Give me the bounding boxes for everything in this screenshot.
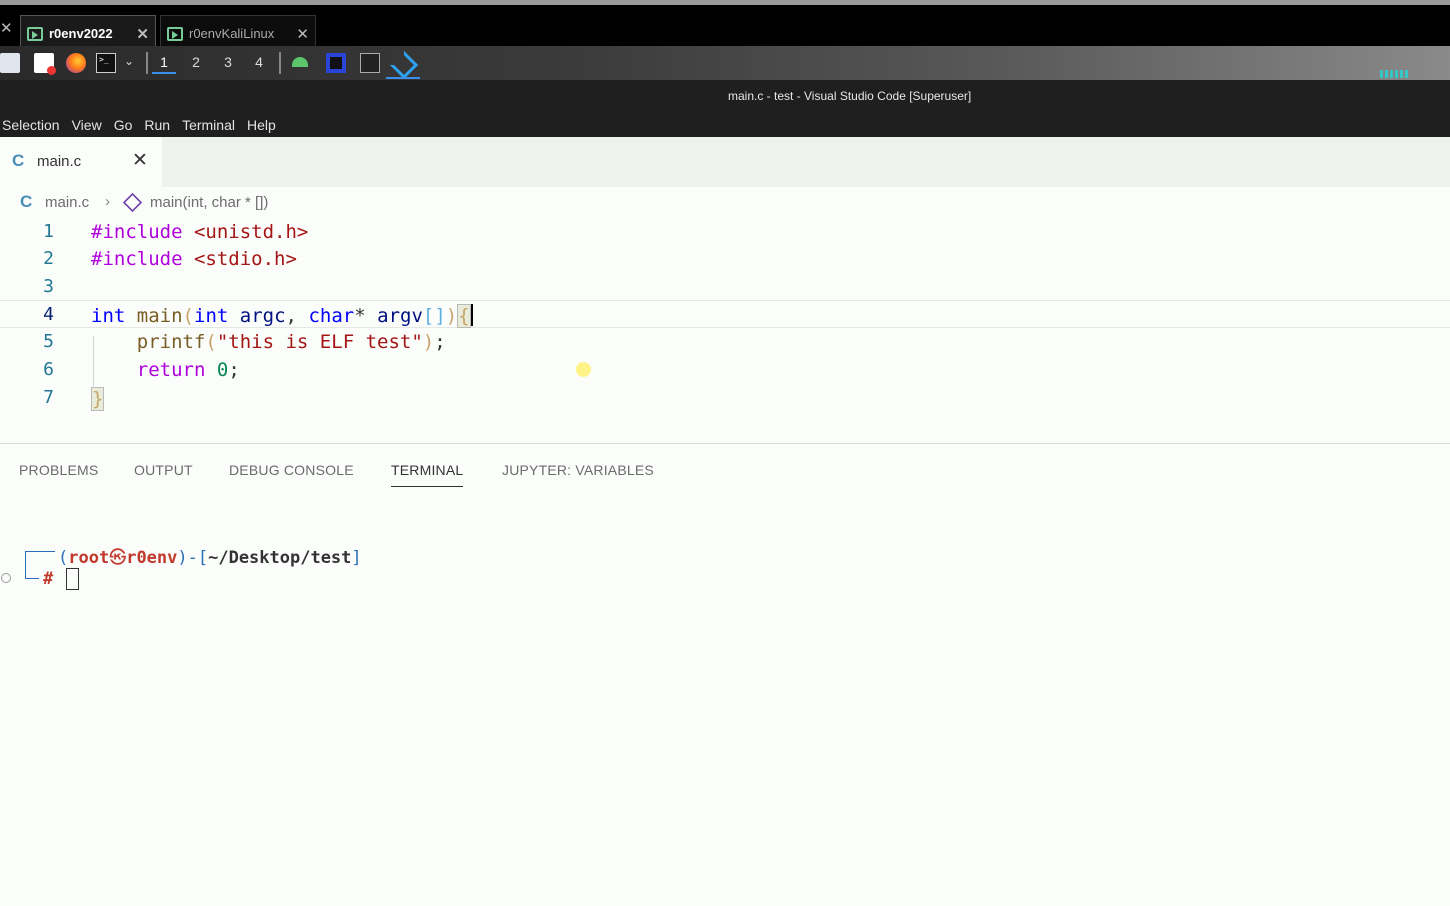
vm-icon	[167, 26, 183, 41]
menu-view[interactable]: View	[70, 117, 108, 133]
workspace-3[interactable]: 3	[216, 52, 240, 74]
code-line-current[interactable]: 4 int main(int argc, char* argv[]){	[0, 300, 1450, 328]
line-number: 1	[43, 221, 54, 242]
menu-run[interactable]: Run	[142, 117, 176, 133]
terminal-icon[interactable]	[360, 53, 380, 73]
panel-divider[interactable]	[0, 443, 1450, 444]
text-editor-icon[interactable]	[34, 53, 56, 75]
editor-tab-main-c[interactable]: C main.c ✕	[0, 137, 162, 187]
screen: ✕ r0env2022 ✕ r0envKaliLinux ✕ ⌄ 1 2 3 4	[0, 0, 1450, 906]
terminal[interactable]: (root㉿r0env)-[~/Desktop/test] #	[0, 540, 1450, 600]
workspace-1[interactable]: 1	[152, 52, 176, 74]
tab-output[interactable]: OUTPUT	[134, 462, 193, 478]
vscode-icon[interactable]	[392, 53, 412, 73]
vm-tab-label: r0envKaliLinux	[189, 26, 275, 41]
chevron-down-icon[interactable]: ⌄	[124, 54, 134, 68]
close-icon[interactable]: ✕	[296, 25, 309, 43]
line-number: 5	[43, 331, 54, 352]
kali-skull-icon: ㉿	[109, 548, 127, 568]
menu-help[interactable]: Help	[245, 117, 282, 133]
terminal-cursor	[66, 568, 79, 590]
tab-problems[interactable]: PROBLEMS	[19, 462, 98, 478]
tab-jupyter-variables[interactable]: JUPYTER: VARIABLES	[502, 462, 654, 478]
close-icon[interactable]: ✕	[132, 149, 148, 171]
line-number: 3	[43, 276, 54, 297]
code-line[interactable]: 7 }	[0, 384, 1450, 412]
breadcrumb-file[interactable]: main.c	[45, 194, 89, 211]
cpu-meter-icon	[1380, 70, 1408, 78]
prompt-host: r0env	[126, 548, 178, 568]
code-line[interactable]: 6 return 0;	[0, 356, 1450, 384]
command-decoration-icon	[1, 573, 11, 583]
code-text: #include <unistd.h>	[91, 221, 309, 243]
code-line[interactable]: 5 printf("this is ELF test");	[0, 328, 1450, 356]
menu-terminal[interactable]: Terminal	[180, 117, 241, 133]
line-number: 4	[43, 304, 54, 325]
code-text: int main(int argc, char* argv[]){	[91, 304, 473, 328]
desktop-panel: ⌄ 1 2 3 4	[0, 46, 1450, 80]
panel-separator	[279, 52, 281, 74]
code-text: #include <stdio.h>	[91, 248, 297, 270]
editor-tab-bar: C main.c ✕	[0, 137, 1450, 187]
prompt-line: (root㉿r0env)-[~/Desktop/test]	[58, 548, 362, 568]
android-studio-icon[interactable]	[290, 53, 310, 73]
tab-debug-console[interactable]: DEBUG CONSOLE	[229, 462, 354, 478]
panel-separator	[146, 52, 148, 74]
c-file-icon: C	[12, 151, 25, 170]
code-editor[interactable]: 1 #include <unistd.h> 2 #include <stdio.…	[0, 218, 1450, 413]
code-line[interactable]: 1 #include <unistd.h>	[0, 218, 1450, 246]
code-line[interactable]: 3	[0, 273, 1450, 301]
terminal-icon[interactable]	[96, 53, 116, 73]
mouse-pointer-highlight	[576, 362, 591, 377]
vm-tab-label: r0env2022	[49, 26, 113, 41]
title-bar: main.c - test - Visual Studio Code [Supe…	[0, 80, 1450, 112]
workspace-4[interactable]: 4	[247, 52, 271, 74]
tab-label: main.c	[37, 153, 82, 170]
line-number: 2	[43, 248, 54, 269]
close-icon[interactable]: ✕	[0, 19, 13, 37]
prompt-user: root	[68, 548, 110, 568]
prompt-frame	[25, 578, 39, 579]
vm-tab-strip: ✕ r0env2022 ✕ r0envKaliLinux ✕	[0, 0, 1450, 51]
method-icon	[122, 192, 143, 213]
prompt-frame	[25, 551, 26, 578]
c-file-icon: C	[20, 192, 33, 211]
workspace-2[interactable]: 2	[184, 52, 208, 74]
jetbrains-icon[interactable]	[326, 53, 346, 73]
firefox-icon[interactable]	[66, 53, 86, 73]
breadcrumb-symbol[interactable]: main(int, char * [])	[150, 194, 268, 211]
code-text: }	[91, 387, 105, 411]
prompt-frame	[25, 551, 55, 552]
indent-guide	[93, 336, 94, 388]
close-icon[interactable]: ✕	[136, 25, 149, 43]
menu-selection[interactable]: Selection	[0, 117, 66, 133]
file-manager-icon[interactable]	[0, 53, 20, 73]
breadcrumb: C main.c › main(int, char * [])	[0, 190, 1450, 216]
code-text: printf("this is ELF test");	[136, 331, 446, 353]
code-text: return 0;	[136, 359, 240, 381]
line-number: 7	[43, 387, 54, 408]
vm-icon	[27, 26, 43, 41]
code-line[interactable]: 2 #include <stdio.h>	[0, 245, 1450, 273]
tab-terminal[interactable]: TERMINAL	[391, 462, 464, 487]
line-number: 6	[43, 359, 54, 380]
menu-bar: Selection View Go Run Terminal Help	[0, 112, 1450, 137]
menu-go[interactable]: Go	[112, 117, 139, 133]
window-title: main.c - test - Visual Studio Code [Supe…	[728, 89, 972, 103]
prompt-path: ~/Desktop/test	[208, 548, 352, 568]
chevron-right-icon: ›	[105, 193, 110, 210]
prompt-symbol: #	[43, 569, 54, 589]
active-app-indicator	[386, 77, 420, 79]
panel-tab-bar: PROBLEMS OUTPUT DEBUG CONSOLE TERMINAL J…	[0, 460, 1450, 490]
